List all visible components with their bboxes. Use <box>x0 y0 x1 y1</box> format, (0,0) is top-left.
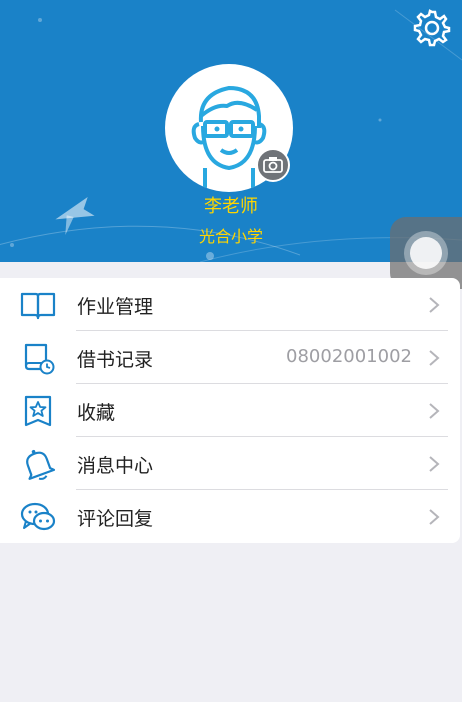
menu-item-favorites[interactable]: 收藏 <box>0 384 460 437</box>
menu-item-label: 收藏 <box>77 402 116 424</box>
menu-item-comment-reply[interactable]: 评论回复 <box>0 490 460 543</box>
bell-icon <box>26 449 56 480</box>
book-icon <box>20 292 56 320</box>
chevron-right-icon <box>429 350 440 366</box>
menu-item-label: 消息中心 <box>77 455 154 477</box>
menu-item-label: 评论回复 <box>77 508 154 530</box>
menu-item-borrow-record[interactable]: 借书记录 08002001002 <box>0 331 460 384</box>
borrow-card-number: 08002001002 <box>286 346 412 367</box>
camera-icon <box>263 157 283 173</box>
chat-icon <box>20 502 56 531</box>
settings-button[interactable] <box>412 8 452 48</box>
menu-list: 作业管理 借书记录 08002001002 收藏 消息中心 评论回复 <box>0 278 460 543</box>
chevron-right-icon <box>429 509 440 525</box>
menu-item-homework[interactable]: 作业管理 <box>0 278 460 331</box>
chevron-right-icon <box>429 297 440 313</box>
menu-item-label: 借书记录 <box>77 349 154 371</box>
chevron-right-icon <box>429 456 440 472</box>
star-icon <box>24 395 52 427</box>
gear-icon <box>413 9 451 47</box>
change-avatar-button[interactable] <box>256 148 290 182</box>
menu-item-message-center[interactable]: 消息中心 <box>0 437 460 490</box>
teacher-name: 李老师 <box>204 196 258 217</box>
book-clock-icon <box>24 343 55 375</box>
menu-item-label: 作业管理 <box>77 296 154 318</box>
chevron-right-icon <box>429 403 440 419</box>
